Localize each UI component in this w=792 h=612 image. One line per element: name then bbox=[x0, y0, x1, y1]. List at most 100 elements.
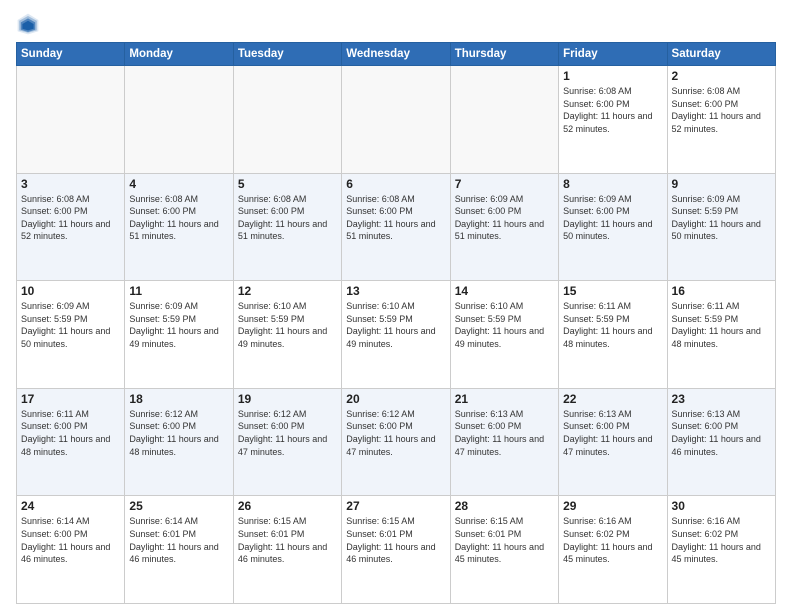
calendar-week-1: 1 Sunrise: 6:08 AMSunset: 6:00 PMDaylight… bbox=[17, 66, 776, 174]
day-number: 26 bbox=[238, 499, 337, 513]
day-info: Sunrise: 6:09 AMSunset: 5:59 PMDaylight:… bbox=[21, 300, 120, 350]
day-number: 17 bbox=[21, 392, 120, 406]
calendar-cell: 7 Sunrise: 6:09 AMSunset: 6:00 PMDaylight… bbox=[450, 173, 558, 281]
calendar-cell: 14Sunrise: 6:10 AMSunset: 5:59 PMDayligh… bbox=[450, 281, 558, 389]
day-info: Sunrise: 6:15 AMSunset: 6:01 PMDaylight:… bbox=[346, 515, 445, 565]
day-info: Sunrise: 6:08 AMSunset: 6:00 PMDaylight:… bbox=[346, 193, 445, 243]
day-number: 2 bbox=[672, 69, 771, 83]
day-number: 11 bbox=[129, 284, 228, 298]
day-info: Sunrise: 6:08 AMSunset: 6:00 PMDaylight:… bbox=[129, 193, 228, 243]
calendar-cell: 12Sunrise: 6:10 AMSunset: 5:59 PMDayligh… bbox=[233, 281, 341, 389]
day-number: 3 bbox=[21, 177, 120, 191]
day-info: Sunrise: 6:08 AMSunset: 6:00 PMDaylight:… bbox=[21, 193, 120, 243]
day-info: Sunrise: 6:13 AMSunset: 6:00 PMDaylight:… bbox=[672, 408, 771, 458]
day-number: 15 bbox=[563, 284, 662, 298]
header bbox=[16, 12, 776, 36]
calendar-week-3: 10 Sunrise: 6:09 AMSunset: 5:59 PMDayligh… bbox=[17, 281, 776, 389]
day-number: 21 bbox=[455, 392, 554, 406]
day-number: 4 bbox=[129, 177, 228, 191]
calendar-cell: 26 Sunrise: 6:15 AMSunset: 6:01 PMDayligh… bbox=[233, 496, 341, 604]
day-info: Sunrise: 6:08 AMSunset: 6:00 PMDaylight:… bbox=[672, 85, 771, 135]
calendar-cell bbox=[125, 66, 233, 174]
day-info: Sunrise: 6:09 AMSunset: 5:59 PMDaylight:… bbox=[129, 300, 228, 350]
day-number: 22 bbox=[563, 392, 662, 406]
day-info: Sunrise: 6:14 AMSunset: 6:01 PMDaylight:… bbox=[129, 515, 228, 565]
calendar-table: SundayMondayTuesdayWednesdayThursdayFrid… bbox=[16, 42, 776, 604]
calendar-week-2: 3 Sunrise: 6:08 AMSunset: 6:00 PMDaylight… bbox=[17, 173, 776, 281]
day-info: Sunrise: 6:16 AMSunset: 6:02 PMDaylight:… bbox=[563, 515, 662, 565]
calendar-cell: 11 Sunrise: 6:09 AMSunset: 5:59 PMDayligh… bbox=[125, 281, 233, 389]
day-number: 8 bbox=[563, 177, 662, 191]
calendar-cell: 28 Sunrise: 6:15 AMSunset: 6:01 PMDayligh… bbox=[450, 496, 558, 604]
day-info: Sunrise: 6:09 AMSunset: 6:00 PMDaylight:… bbox=[455, 193, 554, 243]
day-number: 23 bbox=[672, 392, 771, 406]
day-number: 19 bbox=[238, 392, 337, 406]
calendar-cell: 22 Sunrise: 6:13 AMSunset: 6:00 PMDayligh… bbox=[559, 388, 667, 496]
logo bbox=[16, 12, 44, 36]
calendar-cell bbox=[233, 66, 341, 174]
day-number: 27 bbox=[346, 499, 445, 513]
day-info: Sunrise: 6:10 AMSunset: 5:59 PMDaylight:… bbox=[455, 300, 554, 350]
day-number: 24 bbox=[21, 499, 120, 513]
calendar-cell: 16Sunrise: 6:11 AMSunset: 5:59 PMDayligh… bbox=[667, 281, 775, 389]
calendar-cell: 20Sunrise: 6:12 AMSunset: 6:00 PMDayligh… bbox=[342, 388, 450, 496]
day-number: 18 bbox=[129, 392, 228, 406]
col-header-thursday: Thursday bbox=[450, 43, 558, 66]
day-info: Sunrise: 6:10 AMSunset: 5:59 PMDaylight:… bbox=[346, 300, 445, 350]
page: SundayMondayTuesdayWednesdayThursdayFrid… bbox=[0, 0, 792, 612]
calendar-cell: 3 Sunrise: 6:08 AMSunset: 6:00 PMDaylight… bbox=[17, 173, 125, 281]
calendar-cell: 19 Sunrise: 6:12 AMSunset: 6:00 PMDayligh… bbox=[233, 388, 341, 496]
day-number: 5 bbox=[238, 177, 337, 191]
calendar-cell: 25 Sunrise: 6:14 AMSunset: 6:01 PMDayligh… bbox=[125, 496, 233, 604]
day-info: Sunrise: 6:09 AMSunset: 6:00 PMDaylight:… bbox=[563, 193, 662, 243]
day-info: Sunrise: 6:13 AMSunset: 6:00 PMDaylight:… bbox=[455, 408, 554, 458]
day-info: Sunrise: 6:13 AMSunset: 6:00 PMDaylight:… bbox=[563, 408, 662, 458]
day-number: 1 bbox=[563, 69, 662, 83]
col-header-wednesday: Wednesday bbox=[342, 43, 450, 66]
day-number: 6 bbox=[346, 177, 445, 191]
day-info: Sunrise: 6:10 AMSunset: 5:59 PMDaylight:… bbox=[238, 300, 337, 350]
col-header-sunday: Sunday bbox=[17, 43, 125, 66]
calendar-cell: 18 Sunrise: 6:12 AMSunset: 6:00 PMDayligh… bbox=[125, 388, 233, 496]
calendar-cell: 29Sunrise: 6:16 AMSunset: 6:02 PMDayligh… bbox=[559, 496, 667, 604]
calendar-cell: 13 Sunrise: 6:10 AMSunset: 5:59 PMDayligh… bbox=[342, 281, 450, 389]
day-number: 28 bbox=[455, 499, 554, 513]
calendar-cell: 2 Sunrise: 6:08 AMSunset: 6:00 PMDaylight… bbox=[667, 66, 775, 174]
calendar-cell: 17 Sunrise: 6:11 AMSunset: 6:00 PMDayligh… bbox=[17, 388, 125, 496]
calendar-header-row: SundayMondayTuesdayWednesdayThursdayFrid… bbox=[17, 43, 776, 66]
day-number: 16 bbox=[672, 284, 771, 298]
day-info: Sunrise: 6:08 AMSunset: 6:00 PMDaylight:… bbox=[238, 193, 337, 243]
day-number: 30 bbox=[672, 499, 771, 513]
day-info: Sunrise: 6:15 AMSunset: 6:01 PMDaylight:… bbox=[238, 515, 337, 565]
day-info: Sunrise: 6:15 AMSunset: 6:01 PMDaylight:… bbox=[455, 515, 554, 565]
calendar-cell: 27 Sunrise: 6:15 AMSunset: 6:01 PMDayligh… bbox=[342, 496, 450, 604]
calendar-cell: 5 Sunrise: 6:08 AMSunset: 6:00 PMDaylight… bbox=[233, 173, 341, 281]
calendar-cell: 1 Sunrise: 6:08 AMSunset: 6:00 PMDaylight… bbox=[559, 66, 667, 174]
col-header-tuesday: Tuesday bbox=[233, 43, 341, 66]
day-number: 13 bbox=[346, 284, 445, 298]
calendar-cell: 10 Sunrise: 6:09 AMSunset: 5:59 PMDayligh… bbox=[17, 281, 125, 389]
day-number: 7 bbox=[455, 177, 554, 191]
day-info: Sunrise: 6:12 AMSunset: 6:00 PMDaylight:… bbox=[129, 408, 228, 458]
day-info: Sunrise: 6:12 AMSunset: 6:00 PMDaylight:… bbox=[238, 408, 337, 458]
day-info: Sunrise: 6:08 AMSunset: 6:00 PMDaylight:… bbox=[563, 85, 662, 135]
logo-icon bbox=[16, 12, 40, 36]
calendar-cell: 23 Sunrise: 6:13 AMSunset: 6:00 PMDayligh… bbox=[667, 388, 775, 496]
calendar-cell: 21 Sunrise: 6:13 AMSunset: 6:00 PMDayligh… bbox=[450, 388, 558, 496]
calendar-cell: 6 Sunrise: 6:08 AMSunset: 6:00 PMDaylight… bbox=[342, 173, 450, 281]
calendar-cell bbox=[17, 66, 125, 174]
day-info: Sunrise: 6:12 AMSunset: 6:00 PMDaylight:… bbox=[346, 408, 445, 458]
calendar-cell: 24Sunrise: 6:14 AMSunset: 6:00 PMDayligh… bbox=[17, 496, 125, 604]
col-header-friday: Friday bbox=[559, 43, 667, 66]
calendar-cell: 15 Sunrise: 6:11 AMSunset: 5:59 PMDayligh… bbox=[559, 281, 667, 389]
day-info: Sunrise: 6:11 AMSunset: 5:59 PMDaylight:… bbox=[563, 300, 662, 350]
calendar-cell: 4 Sunrise: 6:08 AMSunset: 6:00 PMDaylight… bbox=[125, 173, 233, 281]
col-header-saturday: Saturday bbox=[667, 43, 775, 66]
calendar-cell: 9Sunrise: 6:09 AMSunset: 5:59 PMDaylight… bbox=[667, 173, 775, 281]
calendar-cell: 30Sunrise: 6:16 AMSunset: 6:02 PMDayligh… bbox=[667, 496, 775, 604]
day-number: 25 bbox=[129, 499, 228, 513]
day-number: 10 bbox=[21, 284, 120, 298]
day-info: Sunrise: 6:09 AMSunset: 5:59 PMDaylight:… bbox=[672, 193, 771, 243]
calendar-cell: 8 Sunrise: 6:09 AMSunset: 6:00 PMDaylight… bbox=[559, 173, 667, 281]
day-info: Sunrise: 6:11 AMSunset: 6:00 PMDaylight:… bbox=[21, 408, 120, 458]
